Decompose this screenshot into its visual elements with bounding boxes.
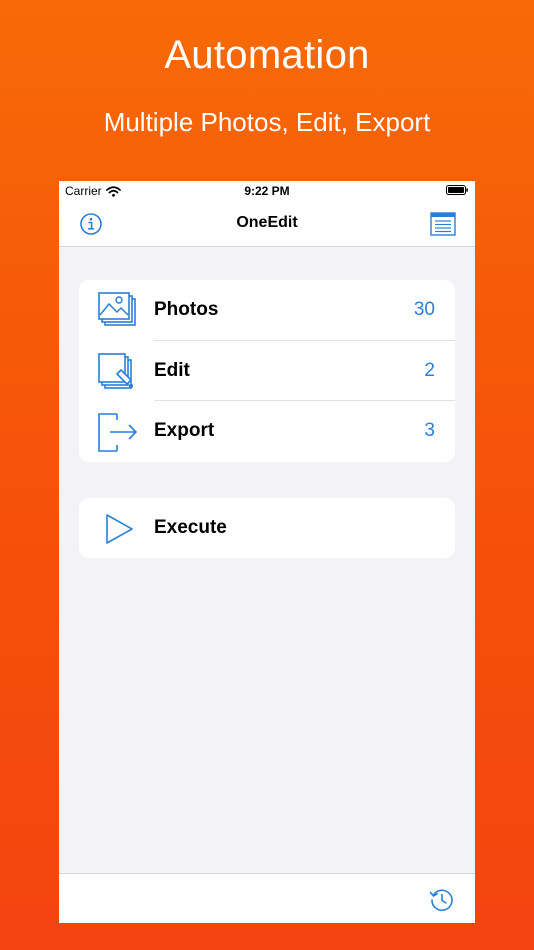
export-icon [98, 413, 137, 452]
photos-count: 30 [413, 299, 435, 320]
status-bar: Carrier 9:22 PM [59, 181, 475, 201]
edit-count: 2 [424, 359, 435, 381]
hero-title: Automation [164, 33, 370, 77]
row-export[interactable]: Export 3 [79, 401, 455, 462]
execute-label: Execute [154, 517, 227, 538]
battery-icon [446, 185, 468, 195]
edit-label: Edit [154, 359, 190, 381]
navigation-bar: OneEdit [59, 201, 475, 247]
row-edit[interactable]: Edit 2 [79, 341, 455, 401]
photos-label: Photos [154, 299, 219, 320]
list-icon[interactable] [430, 211, 456, 237]
edit-stack-icon [98, 352, 134, 389]
execute-group: Execute [79, 498, 455, 558]
execute-button[interactable]: Execute [79, 498, 455, 558]
play-icon [106, 514, 133, 544]
workflow-group: Photos 30 Edit 2 Export 3 [79, 280, 455, 462]
status-time: 9:22 PM [244, 184, 290, 198]
hero-subtitle: Multiple Photos, Edit, Export [103, 107, 431, 137]
nav-title: OneEdit [236, 214, 298, 231]
history-icon[interactable] [429, 887, 455, 913]
row-photos[interactable]: Photos 30 [79, 280, 455, 341]
export-label: Export [154, 420, 215, 441]
photos-stack-icon [98, 292, 136, 326]
bottom-toolbar [59, 873, 475, 923]
app-screen: Carrier 9:22 PM OneEdit Photos 30 Edit 2… [59, 181, 475, 923]
export-count: 3 [424, 420, 435, 441]
